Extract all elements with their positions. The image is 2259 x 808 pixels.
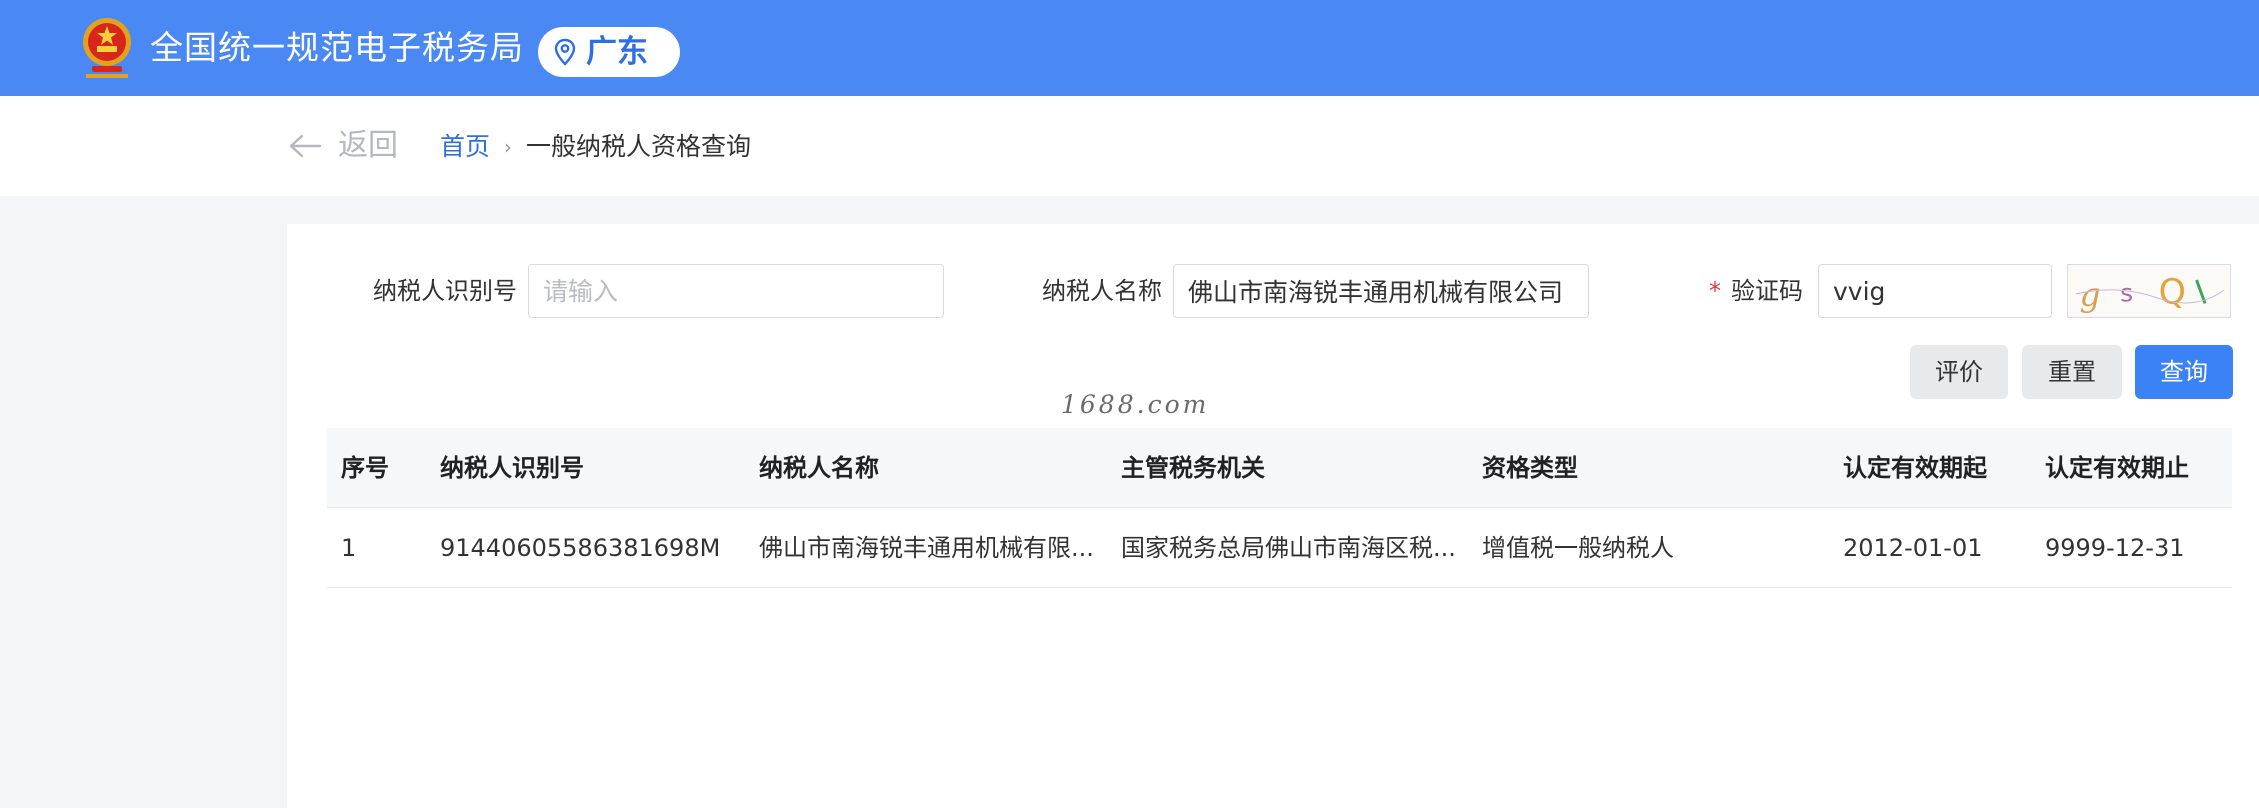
breadcrumb: 首页 › 一般纳税人资格查询: [440, 130, 751, 164]
cell-taxpayer-name: 佛山市南海锐丰通用机械有限...: [759, 534, 1094, 562]
region-selector[interactable]: 广东: [538, 27, 680, 77]
captcha-char: Q: [2159, 273, 2186, 313]
captcha-label: 验证码: [1731, 277, 1803, 305]
captcha-label-wrap: * 验证码: [1709, 274, 1803, 308]
table-header: 序号 纳税人识别号 纳税人名称 主管税务机关 资格类型 认定有效期起 认定有效期…: [327, 428, 2232, 508]
back-label: 返回: [338, 128, 398, 163]
region-label: 广东: [586, 34, 648, 70]
captcha-char: l: [2191, 274, 2213, 313]
cell-index: 1: [341, 534, 357, 562]
watermark: 1688.com: [1061, 390, 1210, 419]
chevron-right-icon: ›: [504, 135, 513, 159]
cell-tax-authority: 国家税务总局佛山市南海区税...: [1121, 534, 1456, 562]
captcha-char: s: [2120, 279, 2133, 308]
captcha-image[interactable]: g s Q l: [2067, 264, 2231, 318]
captcha-input[interactable]: [1818, 264, 2052, 318]
national-emblem-icon: [83, 18, 131, 78]
cell-qualification-type: 增值税一般纳税人: [1482, 534, 1674, 562]
arrow-left-icon: [289, 134, 322, 158]
top-header: 全国统一规范电子税务局 广东: [0, 0, 2259, 96]
taxpayer-id-label: 纳税人识别号: [373, 277, 517, 305]
table-row[interactable]: 1 91440605586381698M 佛山市南海锐丰通用机械有限... 国家…: [327, 508, 2232, 588]
query-card: 纳税人识别号 纳税人名称 * 验证码 g s Q l 评价 重置 查询 1688.…: [287, 224, 2259, 808]
cell-valid-to: 9999-12-31: [2045, 534, 2185, 562]
column-header: 纳税人识别号: [440, 454, 584, 482]
column-header: 纳税人名称: [759, 454, 879, 482]
taxpayer-id-input[interactable]: [528, 264, 944, 318]
cell-taxpayer-id: 91440605586381698M: [440, 534, 721, 562]
reset-button[interactable]: 重置: [2022, 345, 2122, 399]
rate-button[interactable]: 评价: [1910, 345, 2008, 399]
taxpayer-name-input[interactable]: [1173, 264, 1589, 318]
captcha-char: g: [2080, 275, 2101, 313]
column-header: 认定有效期止: [2045, 454, 2189, 482]
breadcrumb-bar: 返回 首页 › 一般纳税人资格查询: [0, 96, 2259, 196]
query-button[interactable]: 查询: [2135, 345, 2233, 399]
column-header: 认定有效期起: [1843, 454, 1987, 482]
column-header: 主管税务机关: [1121, 454, 1265, 482]
column-header: 序号: [341, 454, 389, 482]
column-header: 资格类型: [1482, 454, 1578, 482]
cell-valid-from: 2012-01-01: [1843, 534, 1983, 562]
back-button[interactable]: 返回: [288, 126, 398, 166]
result-table: 序号 纳税人识别号 纳税人名称 主管税务机关 资格类型 认定有效期起 认定有效期…: [327, 428, 2232, 588]
taxpayer-name-label: 纳税人名称: [1042, 277, 1162, 305]
site-title: 全国统一规范电子税务局: [150, 28, 524, 67]
required-mark: *: [1709, 277, 1721, 305]
breadcrumb-current: 一般纳税人资格查询: [526, 132, 752, 161]
breadcrumb-home-link[interactable]: 首页: [440, 130, 490, 164]
location-pin-icon: [554, 38, 576, 66]
